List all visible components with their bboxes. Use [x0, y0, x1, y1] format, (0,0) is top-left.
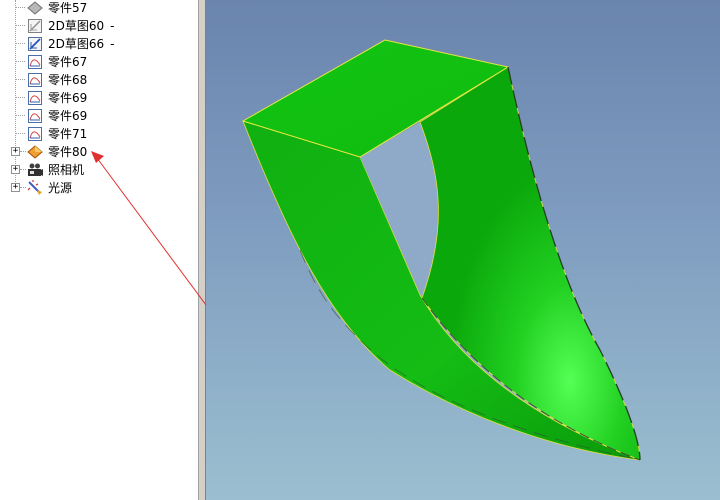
- expand-button[interactable]: +: [11, 165, 20, 174]
- tree-item-light-source[interactable]: + 光源: [0, 179, 198, 197]
- tree-item-sketch66[interactable]: 2D草图66-: [0, 35, 198, 53]
- tree-item-part67[interactable]: 零件67: [0, 53, 198, 71]
- expand-button[interactable]: +: [11, 183, 20, 192]
- tree-item-label: 照相机: [48, 163, 85, 177]
- surface-part-icon: [27, 72, 43, 88]
- splitter-bar[interactable]: [198, 0, 206, 500]
- sketch-edit-icon: [27, 36, 43, 52]
- part-icon: [27, 0, 43, 16]
- model-tree-panel: 零件57 2D草图60- 2D草图66- 零件67 零件68 零件69 零件69…: [0, 0, 198, 500]
- tree-item-part68[interactable]: 零件68: [0, 71, 198, 89]
- tree-item-label: 零件69: [48, 109, 88, 123]
- 3d-model-view: [206, 39, 641, 461]
- tree-item-part69b[interactable]: 零件69: [0, 107, 198, 125]
- surface-part-icon: [27, 54, 43, 70]
- tree-item-part71[interactable]: 零件71: [0, 125, 198, 143]
- tree-item-label: 零件68: [48, 73, 88, 87]
- solid-part-icon: [27, 144, 43, 160]
- surface-part-icon: [27, 126, 43, 142]
- tree-item-part57[interactable]: 零件57: [0, 0, 198, 17]
- tree-item-sketch60[interactable]: 2D草图60-: [0, 17, 198, 35]
- tree-item-label: 零件69: [48, 91, 88, 105]
- tree-item-camera[interactable]: + 照相机: [0, 161, 198, 179]
- tree-item-part69[interactable]: 零件69: [0, 89, 198, 107]
- sketch-icon: [27, 18, 43, 34]
- 3d-viewport[interactable]: [206, 0, 720, 500]
- camera-icon: [27, 162, 43, 178]
- tree-item-label: 零件67: [48, 55, 88, 69]
- tree-item-label: 零件80: [48, 145, 88, 159]
- tree-item-label: 光源: [48, 181, 73, 195]
- tree-item-label: 2D草图66-: [48, 37, 115, 51]
- expand-button[interactable]: +: [11, 147, 20, 156]
- tree-item-label: 2D草图60-: [48, 19, 115, 33]
- surface-part-icon: [27, 108, 43, 124]
- tree-item-part80[interactable]: + 零件80: [0, 143, 198, 161]
- surface-part-icon: [27, 90, 43, 106]
- tree-item-label: 零件71: [48, 127, 88, 141]
- light-source-icon: [27, 180, 43, 196]
- tree-item-label: 零件57: [48, 1, 88, 15]
